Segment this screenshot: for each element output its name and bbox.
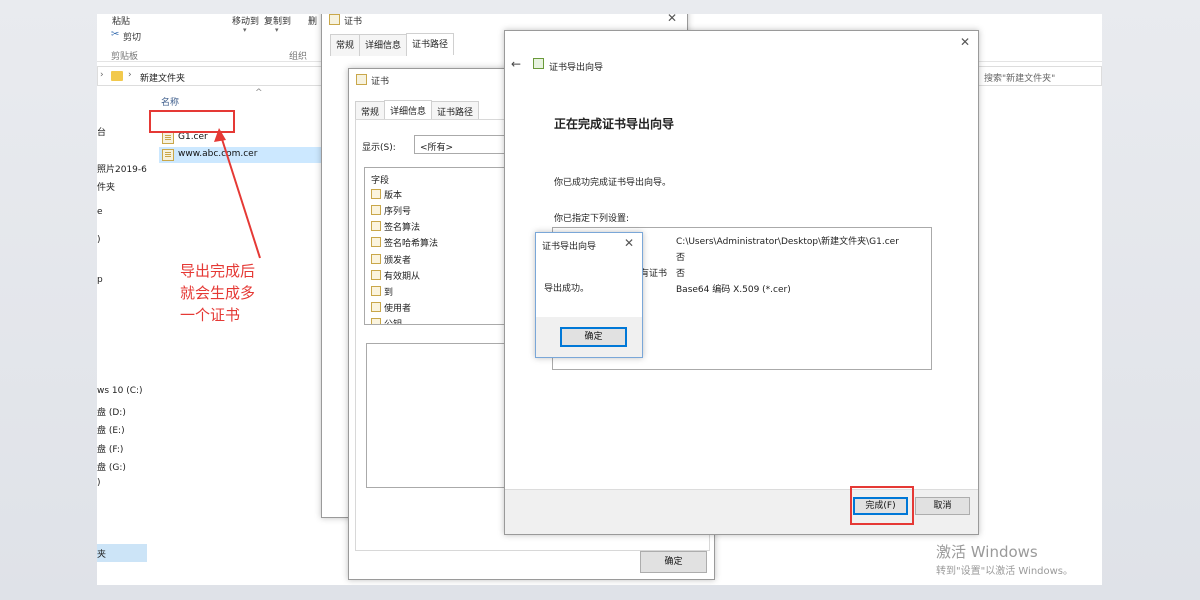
field-row[interactable]: 使用者 (371, 301, 411, 314)
field-row[interactable]: 序列号 (371, 204, 411, 217)
activate-windows-title: 激活 Windows (936, 543, 1038, 561)
sort-ascending-icon: ^ (255, 88, 263, 98)
back-arrow-icon[interactable]: › (100, 70, 104, 80)
popup-title: 证书导出向导 (542, 242, 597, 252)
nav-item[interactable]: 夹 (97, 547, 147, 560)
file-name: G1.cer (178, 132, 208, 142)
field-icon (371, 205, 381, 215)
address-bar[interactable]: › › 新建文件夹 (97, 66, 333, 86)
wizard-success-text: 你已成功完成证书导出向导。 (554, 178, 672, 188)
setting-value: Base64 编码 X.509 (*.cer) (676, 285, 791, 295)
chevron-right-icon: › (128, 70, 132, 80)
field-row[interactable]: 有效期从 (371, 269, 420, 282)
address-path: 新建文件夹 (140, 74, 186, 84)
export-success-popup: 证书导出向导 ✕ 导出成功。 确定 (535, 232, 643, 358)
nav-item-drive-e[interactable]: 盘 (E:) (97, 423, 147, 436)
field-icon (371, 286, 381, 296)
nav-item[interactable]: ) (97, 235, 147, 245)
activate-windows-subtitle: 转到"设置"以激活 Windows。 (936, 566, 1074, 577)
close-icon[interactable]: ✕ (667, 14, 677, 25)
close-icon[interactable]: ✕ (624, 236, 634, 250)
annotation-line: 就会生成多 (180, 284, 256, 302)
scissors-icon: ✂ (111, 29, 120, 40)
certificate-icon (356, 74, 367, 85)
show-label: 显示(S): (362, 143, 396, 153)
certificate-file-icon (162, 149, 174, 161)
nav-item-drive-d[interactable]: 盘 (D:) (97, 405, 147, 418)
field-icon (371, 302, 381, 312)
dialog-title: 证书 (344, 17, 363, 27)
dialog-title: 证书 (371, 77, 390, 87)
field-row[interactable]: 颁发者 (371, 253, 411, 266)
field-icon (371, 270, 381, 280)
nav-item[interactable]: p (97, 275, 147, 285)
back-arrow-icon[interactable]: ← (511, 57, 521, 71)
close-icon[interactable]: ✕ (960, 35, 970, 49)
field-icon (371, 318, 381, 324)
tab-details[interactable]: 详细信息 (359, 34, 408, 56)
nav-item[interactable]: ) (97, 478, 147, 488)
field-icon (371, 254, 381, 264)
tab-general[interactable]: 常规 (330, 34, 361, 56)
fields-list[interactable]: 字段 版本 序列号 签名算法 签名哈希算法 颁发者 有效期从 到 使用者 公钥 (364, 167, 524, 325)
setting-value: C:\Users\Administrator\Desktop\新建文件夹\G1.… (676, 237, 899, 247)
field-row[interactable]: 到 (371, 285, 393, 298)
setting-value: 否 (676, 269, 686, 279)
paste-button[interactable]: 粘贴 (112, 14, 130, 27)
screenshot-area: 粘贴 ✂ 剪切 剪贴板 移动到 ▾ 复制到 ▾ 删 组织 › › 新建文件夹 搜… (97, 14, 1102, 585)
navigation-pane: 台 照片2019-6- 件夹 e ) p ws 10 (C:) 盘 (D:) 盘… (97, 92, 147, 585)
field-value-box[interactable] (366, 343, 526, 488)
field-row[interactable]: 公钥 (371, 317, 402, 324)
annotation-arrow (214, 128, 261, 259)
chevron-down-icon: ▾ (275, 26, 279, 34)
field-icon (371, 221, 381, 231)
field-icon (371, 189, 381, 199)
setting-value: 否 (676, 253, 686, 263)
field-row[interactable]: 版本 (371, 188, 402, 201)
organize-group-label: 组织 (289, 52, 308, 62)
field-column-header: 字段 (371, 176, 390, 186)
nav-item[interactable]: 照片2019-6- (97, 162, 147, 175)
show-select-value: <所有> (420, 143, 454, 153)
tab-cert-path[interactable]: 证书路径 (406, 33, 455, 55)
nav-item[interactable]: 件夹 (97, 180, 147, 193)
settings-partial-label: 有证书 (640, 269, 668, 279)
wizard-cert-icon (533, 58, 544, 69)
cut-button[interactable]: 剪切 (123, 30, 141, 43)
nav-item[interactable]: 台 (97, 125, 147, 138)
column-header-name[interactable]: 名称 (161, 95, 179, 108)
ok-button[interactable]: 确定 (640, 551, 707, 573)
field-row[interactable]: 签名哈希算法 (371, 236, 438, 249)
nav-item-drive-f[interactable]: 盘 (F:) (97, 442, 147, 455)
certificate-icon (329, 14, 340, 25)
cancel-button[interactable]: 取消 (915, 497, 970, 515)
popup-message: 导出成功。 (544, 284, 590, 294)
nav-item-drive-c[interactable]: ws 10 (C:) (97, 386, 147, 396)
search-placeholder: 搜索"新建文件夹" (984, 74, 1056, 84)
clipboard-group-label: 剪贴板 (111, 52, 139, 62)
search-input[interactable]: 搜索"新建文件夹" (977, 66, 1102, 86)
field-icon (371, 237, 381, 247)
folder-icon (111, 71, 123, 81)
annotation-line: 一个证书 (180, 306, 241, 324)
annotation-text: 导出完成后 就会生成多 一个证书 (180, 260, 290, 326)
annotation-line: 导出完成后 (180, 262, 256, 280)
certificate-file-icon (162, 132, 174, 144)
nav-item[interactable]: e (97, 207, 147, 217)
chevron-down-icon: ▾ (243, 26, 247, 34)
tab-bar: 常规 详细信息 证书路径 (330, 33, 455, 56)
highlight-finish-button (850, 486, 914, 525)
popup-ok-button[interactable]: 确定 (560, 327, 627, 347)
delete-button[interactable]: 删 (308, 14, 317, 27)
nav-item-drive-g[interactable]: 盘 (G:) (97, 460, 147, 473)
wizard-settings-label: 你已指定下列设置: (554, 214, 630, 224)
wizard-title: 证书导出向导 (549, 63, 604, 73)
wizard-heading: 正在完成证书导出向导 (554, 117, 675, 131)
field-row[interactable]: 签名算法 (371, 220, 420, 233)
